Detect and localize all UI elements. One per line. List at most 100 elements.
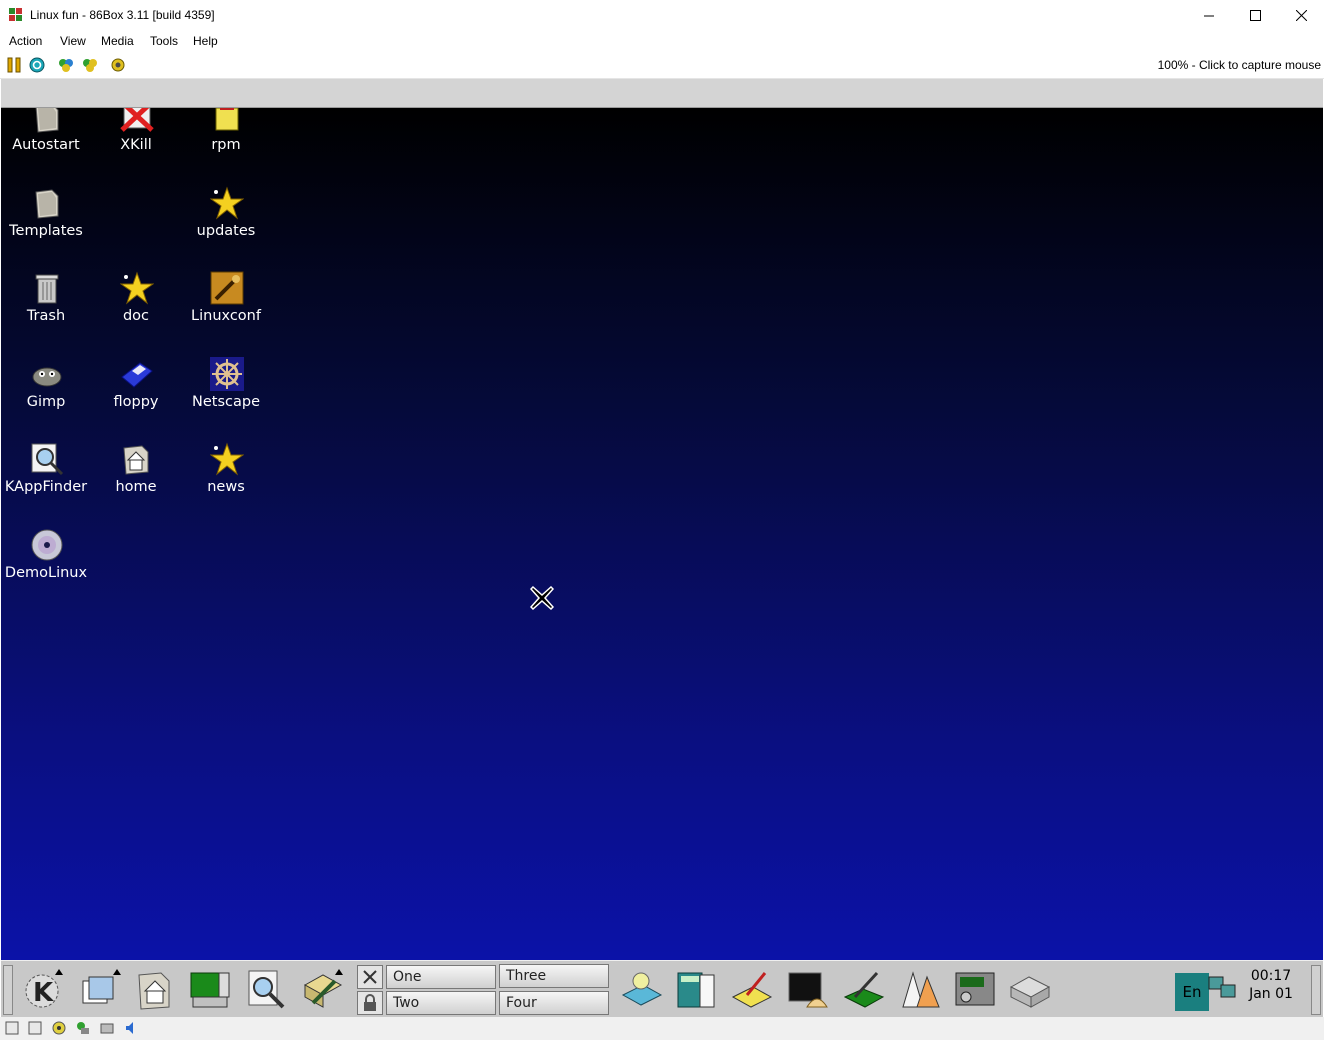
rpm-package-icon xyxy=(215,108,239,131)
mouse-capture-status[interactable]: 100% - Click to capture mouse xyxy=(1158,58,1321,72)
sound-icon[interactable] xyxy=(124,1021,138,1035)
desktop-icon-kappfinder[interactable]: KAppFinder xyxy=(1,442,91,528)
desktop-icon-floppy[interactable]: floppy xyxy=(91,357,181,443)
window-list-icon[interactable] xyxy=(79,967,121,1011)
title-bar: Linux fun - 86Box 3.11 [build 4359] xyxy=(0,0,1324,31)
quick-browser-icon[interactable] xyxy=(301,967,343,1011)
desktop-icon-netscape[interactable]: Netscape xyxy=(181,357,271,443)
hard-disk-icon[interactable] xyxy=(76,1021,90,1035)
close-button[interactable] xyxy=(1278,0,1324,31)
desktop-icon-gimp[interactable]: Gimp xyxy=(1,357,91,443)
floppy-drive-2-icon[interactable] xyxy=(28,1021,42,1035)
ctrl-alt-del-icon[interactable] xyxy=(58,57,74,73)
kde-panel: K One Two Three Four En 00:17 Jan 01 xyxy=(1,960,1323,1018)
kappfinder-icon xyxy=(31,443,64,476)
desktop-icon-label: news xyxy=(207,479,245,495)
desktop-pager-four[interactable]: Four xyxy=(499,991,609,1015)
star-link-icon xyxy=(210,186,244,220)
menu-help[interactable]: Help xyxy=(193,34,218,48)
star-link-icon xyxy=(210,442,244,476)
desktop-icon-updates[interactable]: updates xyxy=(181,186,271,272)
lock-screen-button[interactable] xyxy=(357,991,383,1015)
desktop-icon-label: Netscape xyxy=(192,394,260,410)
paint-icon[interactable] xyxy=(731,967,773,1011)
network-card-icon[interactable] xyxy=(100,1021,114,1035)
desktop-icon-label: Linuxconf xyxy=(191,308,261,324)
kword-icon[interactable] xyxy=(899,967,941,1011)
xkill-icon xyxy=(120,108,154,132)
ctrl-alt-esc-icon[interactable] xyxy=(82,57,98,73)
trash-icon xyxy=(35,274,59,304)
desktop-icon-label: rpm xyxy=(211,137,241,153)
cdrom-icon xyxy=(31,529,63,561)
menu-media[interactable]: Media xyxy=(101,34,134,48)
calculator-icon[interactable] xyxy=(676,967,718,1011)
guest-desktop[interactable]: Autostart XKill rpm Templates updates Tr… xyxy=(1,108,1323,960)
desktop-icon-autostart[interactable]: Autostart xyxy=(1,108,91,186)
panel-hide-right-handle[interactable] xyxy=(1311,965,1321,1015)
close-icon xyxy=(1295,10,1307,21)
text-editor-icon[interactable] xyxy=(843,967,885,1011)
media-player-icon[interactable] xyxy=(954,967,996,1011)
desktop-icon-label: Templates xyxy=(9,223,83,239)
desktop-icon-rpm[interactable]: rpm xyxy=(181,108,271,186)
86box-app-icon xyxy=(9,8,22,21)
emulator-status-bar xyxy=(0,1017,1324,1040)
desktop-icon-linuxconf[interactable]: Linuxconf xyxy=(181,271,271,357)
desktop-icon-label: DemoLinux xyxy=(4,565,88,581)
settings-icon[interactable] xyxy=(110,57,126,73)
logout-x-icon xyxy=(363,970,377,984)
desktop-icon-trash[interactable]: Trash xyxy=(1,271,91,357)
maximize-icon xyxy=(1249,10,1261,21)
minimize-icon xyxy=(1204,15,1214,16)
help-center-icon[interactable] xyxy=(621,967,663,1011)
cdrom-drive-icon[interactable] xyxy=(52,1021,66,1035)
pause-icon[interactable] xyxy=(6,57,22,73)
menu-tools[interactable]: Tools xyxy=(150,34,178,48)
panel-hide-left-handle[interactable] xyxy=(3,965,13,1015)
menu-action[interactable]: Action xyxy=(9,34,42,48)
menu-bar: Action View Media Tools Help xyxy=(0,31,1324,52)
desktop-icon-news[interactable]: news xyxy=(181,442,271,528)
keyboard-layout-indicator[interactable]: En xyxy=(1175,973,1209,1011)
floppy-icon xyxy=(121,362,153,388)
reset-icon[interactable] xyxy=(29,57,45,73)
emulator-top-border xyxy=(1,79,1323,108)
desktop-icon-home[interactable]: home xyxy=(91,442,181,528)
clock-time: 00:17 xyxy=(1250,968,1292,984)
x-cursor-icon xyxy=(530,586,554,610)
find-files-icon[interactable] xyxy=(245,967,287,1011)
clock-date: Jan 01 xyxy=(1249,986,1293,1002)
gimp-icon xyxy=(32,367,62,387)
folder-icon xyxy=(35,189,59,219)
maximize-button[interactable] xyxy=(1232,0,1278,31)
desktop-icon-xkill[interactable]: XKill xyxy=(91,108,181,186)
desktop-icon-templates[interactable]: Templates xyxy=(1,186,91,272)
toolbar: 100% - Click to capture mouse xyxy=(0,52,1324,79)
svg-text:K: K xyxy=(33,978,54,1008)
desktop-icon-doc[interactable]: doc xyxy=(91,271,181,357)
desktop-icon-demolinux[interactable]: DemoLinux xyxy=(1,528,91,614)
floppy-drive-icon[interactable] xyxy=(5,1021,19,1035)
terminal-icon[interactable] xyxy=(787,967,829,1011)
folder-icon xyxy=(35,108,59,133)
desktop-pager-three[interactable]: Three xyxy=(499,964,609,988)
logout-button[interactable] xyxy=(357,965,383,989)
network-status-icon[interactable] xyxy=(1207,973,1239,1003)
desktop-icon-label: updates xyxy=(196,223,256,239)
desktop-pager-one[interactable]: One xyxy=(386,965,496,989)
home-folder-icon xyxy=(123,445,149,475)
network-printer-icon[interactable] xyxy=(1009,967,1051,1011)
menu-view[interactable]: View xyxy=(60,34,86,48)
window-title: Linux fun - 86Box 3.11 [build 4359] xyxy=(30,8,215,22)
home-directory-icon[interactable] xyxy=(135,967,177,1011)
star-link-icon xyxy=(120,271,154,305)
panel-clock[interactable]: 00:17 Jan 01 xyxy=(1241,967,1301,1003)
linuxconf-icon xyxy=(210,271,244,305)
netscape-wheel-icon xyxy=(210,357,244,391)
padlock-icon xyxy=(364,994,376,1011)
control-center-icon[interactable] xyxy=(189,967,231,1011)
minimize-button[interactable] xyxy=(1186,0,1232,31)
desktop-pager-two[interactable]: Two xyxy=(386,991,496,1015)
k-menu-icon[interactable]: K xyxy=(21,967,63,1011)
